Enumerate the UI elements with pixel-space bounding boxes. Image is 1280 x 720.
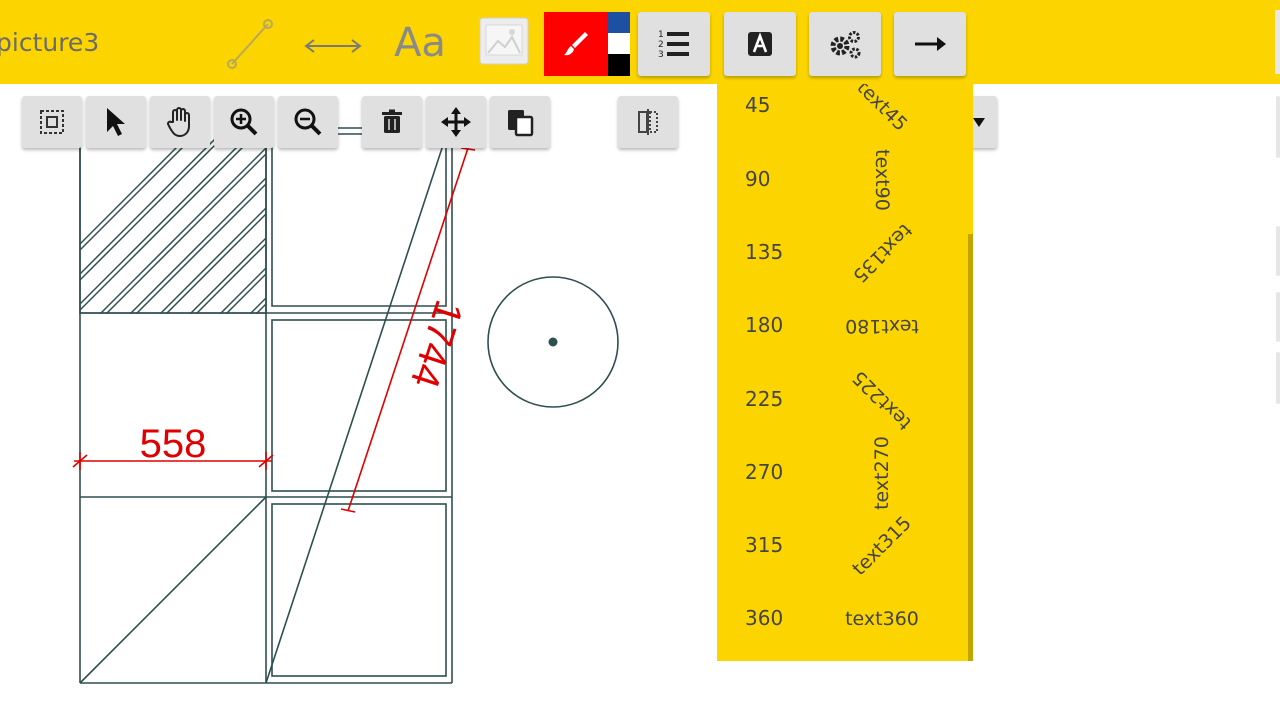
rotation-sample: text315 bbox=[848, 512, 916, 580]
dimension-diagonal-label: 1744 bbox=[402, 295, 471, 393]
arrow-right-icon bbox=[915, 37, 946, 51]
paste-button[interactable] bbox=[490, 96, 550, 148]
text-tool-button[interactable]: Aa bbox=[388, 14, 452, 72]
diagonal-long bbox=[265, 135, 447, 684]
rotation-sample: text360 bbox=[845, 608, 919, 630]
delete-button[interactable] bbox=[362, 96, 422, 148]
text-tool-icon: Aa bbox=[394, 20, 446, 66]
paste-icon bbox=[508, 110, 534, 137]
rotation-sample: text90 bbox=[871, 149, 893, 211]
zoom-out-icon bbox=[294, 108, 322, 136]
numbered-list-icon: 1 2 3 bbox=[658, 30, 689, 60]
color-swatch-white[interactable] bbox=[608, 33, 630, 54]
rotation-option-360[interactable]: 360 text360 bbox=[717, 583, 973, 653]
brush-color-button[interactable] bbox=[544, 12, 608, 76]
rotation-option-90[interactable]: 90 text90 bbox=[717, 144, 973, 214]
svg-text:2: 2 bbox=[658, 40, 664, 50]
text-rotation-dropdown: 45 text45 90 text90 135 text135 180 text… bbox=[717, 84, 973, 661]
circle-center-point bbox=[548, 337, 558, 347]
rotation-sample: text135 bbox=[848, 219, 916, 287]
zoom-in-button[interactable] bbox=[214, 96, 274, 148]
mirror-icon bbox=[638, 109, 658, 135]
rotation-option-225[interactable]: 225 text225 bbox=[717, 364, 973, 434]
font-icon bbox=[748, 32, 772, 56]
move-icon bbox=[441, 107, 471, 137]
mirror-button[interactable] bbox=[618, 96, 678, 148]
image-icon bbox=[479, 17, 529, 65]
paint-brush-icon bbox=[564, 32, 588, 56]
line-tool-button[interactable] bbox=[220, 16, 280, 72]
select-area-button[interactable] bbox=[22, 96, 82, 148]
settings-icon bbox=[830, 31, 861, 59]
image-tool-button[interactable] bbox=[478, 16, 530, 66]
zoom-out-button[interactable] bbox=[278, 96, 338, 148]
trash-icon bbox=[382, 109, 402, 133]
top-toolbar: picture3 Aa 1 2 3 bbox=[0, 0, 1280, 84]
next-button[interactable] bbox=[894, 12, 966, 76]
rotation-sample: text225 bbox=[848, 366, 916, 434]
drawing-canvas[interactable]: 558 1744 bbox=[0, 84, 716, 720]
numbered-list-button[interactable]: 1 2 3 bbox=[638, 12, 710, 76]
font-button[interactable] bbox=[724, 12, 796, 76]
rotation-option-135[interactable]: 135 text135 bbox=[717, 217, 973, 287]
diagonal-left bbox=[79, 496, 267, 684]
toolbar-overflow-button[interactable] bbox=[1275, 10, 1280, 74]
rotation-angle: 45 bbox=[745, 93, 771, 117]
color-swatch-black[interactable] bbox=[608, 54, 630, 76]
hand-icon bbox=[167, 107, 190, 137]
edge-control-1[interactable] bbox=[1276, 96, 1280, 158]
rotation-angle: 90 bbox=[745, 167, 771, 191]
edge-control-2[interactable] bbox=[1276, 226, 1280, 276]
rotation-angle: 315 bbox=[745, 533, 784, 557]
svg-text:3: 3 bbox=[658, 50, 664, 60]
line-tool-icon bbox=[227, 19, 273, 69]
zoom-in-icon bbox=[230, 108, 258, 136]
dimension-horizontal-label: 558 bbox=[140, 422, 207, 466]
drawing-title: picture3 bbox=[0, 28, 100, 57]
rotation-angle: 270 bbox=[745, 460, 784, 484]
dimension-tool-icon bbox=[304, 39, 362, 53]
rotation-sample: text270 bbox=[871, 436, 893, 510]
pointer-button[interactable] bbox=[86, 96, 146, 148]
settings-button[interactable] bbox=[809, 12, 881, 76]
edge-control-3[interactable] bbox=[1276, 292, 1280, 342]
rotation-angle: 360 bbox=[745, 606, 784, 630]
inner-rect-bottom bbox=[271, 503, 447, 677]
svg-text:1: 1 bbox=[658, 30, 664, 40]
rotation-sample: text45 bbox=[852, 84, 912, 136]
edge-control-4[interactable] bbox=[1276, 352, 1280, 404]
move-button[interactable] bbox=[426, 96, 486, 148]
rotation-angle: 180 bbox=[745, 313, 784, 337]
rotation-sample: text180 bbox=[845, 315, 919, 337]
select-area-icon bbox=[40, 110, 64, 134]
rotation-angle: 135 bbox=[745, 240, 784, 264]
rotation-option-270[interactable]: 270 text270 bbox=[717, 436, 973, 510]
rotation-angle: 225 bbox=[745, 387, 784, 411]
inner-rect-top bbox=[271, 136, 447, 307]
cursor-arrow-icon bbox=[107, 108, 125, 136]
rotation-option-315[interactable]: 315 text315 bbox=[717, 510, 973, 580]
rotation-option-45[interactable]: 45 text45 bbox=[717, 84, 973, 140]
rotation-option-180[interactable]: 180 text180 bbox=[717, 290, 973, 360]
pan-button[interactable] bbox=[150, 96, 210, 148]
dimension-tool-button[interactable] bbox=[300, 16, 366, 72]
color-swatch-blue[interactable] bbox=[608, 12, 630, 33]
hatch-pattern bbox=[80, 136, 266, 314]
